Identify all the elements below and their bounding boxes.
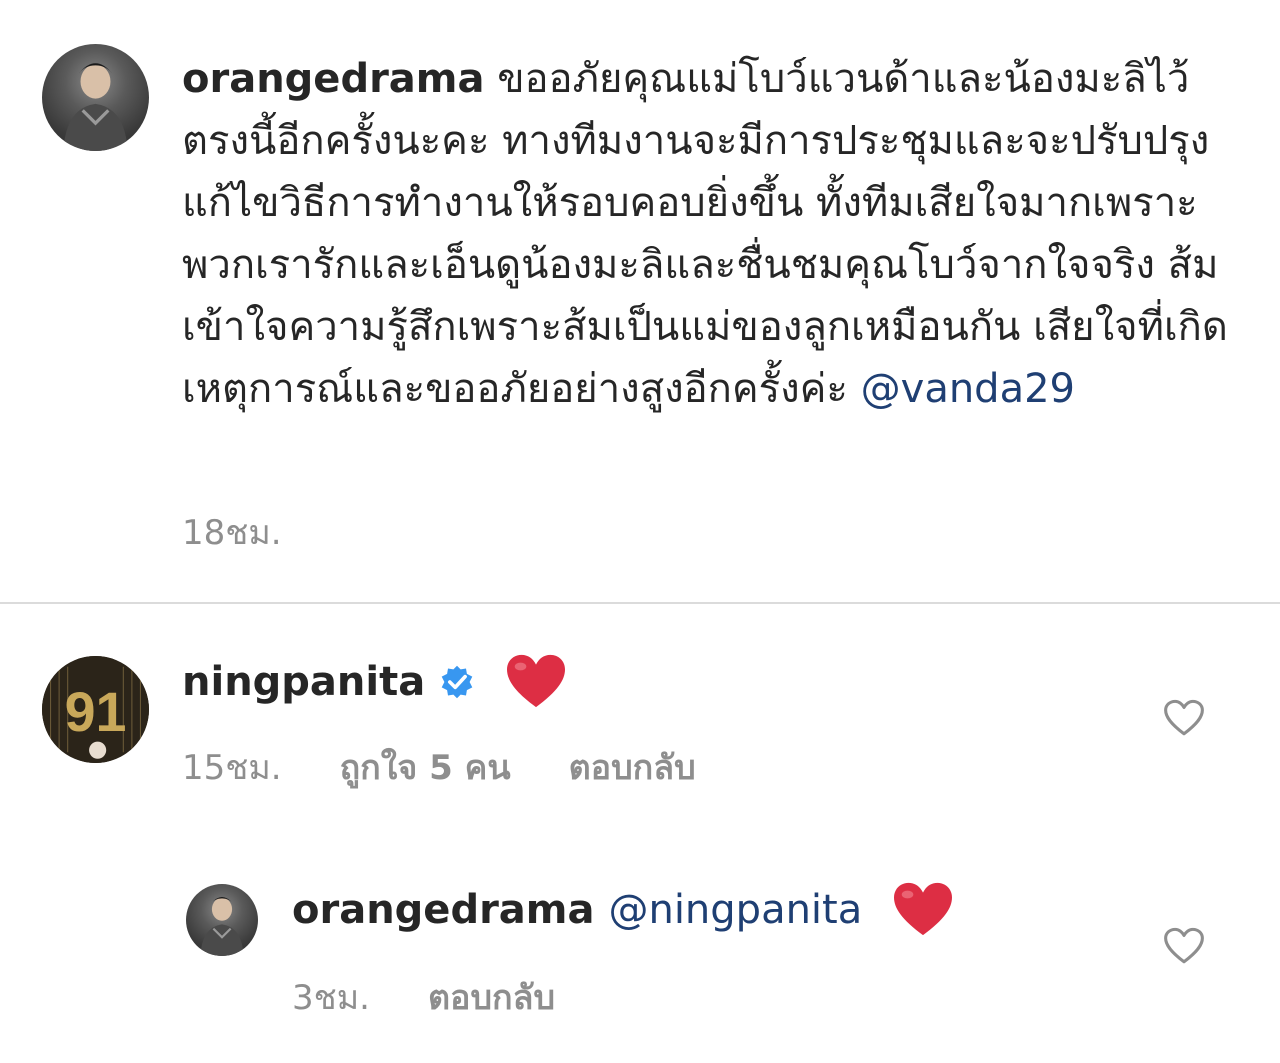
comment-ning-meta: 15ชม. ถูกใจ 5 คน ตอบกลับ	[182, 740, 696, 794]
comment-mention[interactable]: @ningpanita	[608, 880, 862, 940]
heart-outline-icon[interactable]	[1163, 698, 1205, 738]
comment-reply-header: orangedrama @ningpanita	[292, 880, 954, 940]
comment-main-body: orangedrama ขออภัยคุณแม่โบว์แวนด้าและน้อ…	[182, 48, 1242, 420]
comment-username[interactable]: ningpanita	[182, 652, 425, 712]
comment-reply-meta: 3ชม. ตอบกลับ	[292, 970, 555, 1024]
reply-button[interactable]: ตอบกลับ	[428, 970, 555, 1024]
comment-username[interactable]: orangedrama	[182, 56, 484, 102]
avatar-ningpanita[interactable]: 91	[42, 656, 149, 763]
avatar-image	[63, 63, 128, 151]
comment-time: 18ชม.	[182, 513, 282, 553]
avatar-image: 91	[42, 656, 149, 763]
comment-time: 15ชม.	[182, 748, 282, 788]
red-heart-emoji-icon	[507, 654, 566, 708]
red-heart-emoji-icon	[894, 882, 953, 936]
avatar-orangedrama-reply[interactable]	[186, 884, 258, 956]
comment-time: 3ชม.	[292, 978, 370, 1018]
reply-button[interactable]: ตอบกลับ	[569, 740, 696, 794]
comment-mention[interactable]: @vanda29	[861, 366, 1075, 412]
likes-count[interactable]: ถูกใจ 5 คน	[340, 740, 511, 794]
verified-badge-icon	[441, 665, 473, 699]
comment-ning-header: ningpanita	[182, 652, 567, 712]
heart-outline-icon[interactable]	[1163, 926, 1205, 966]
comment-text: ขออภัยคุณแม่โบว์แวนด้าและน้องมะลิไว้ตรงน…	[182, 56, 1228, 412]
comment-main-meta: 18ชม.	[182, 505, 282, 559]
avatar-orangedrama[interactable]	[42, 44, 149, 151]
comment-username[interactable]: orangedrama	[292, 880, 594, 940]
divider	[0, 602, 1280, 604]
avatar-image	[200, 896, 244, 956]
avatar-label: 91	[65, 681, 127, 743]
